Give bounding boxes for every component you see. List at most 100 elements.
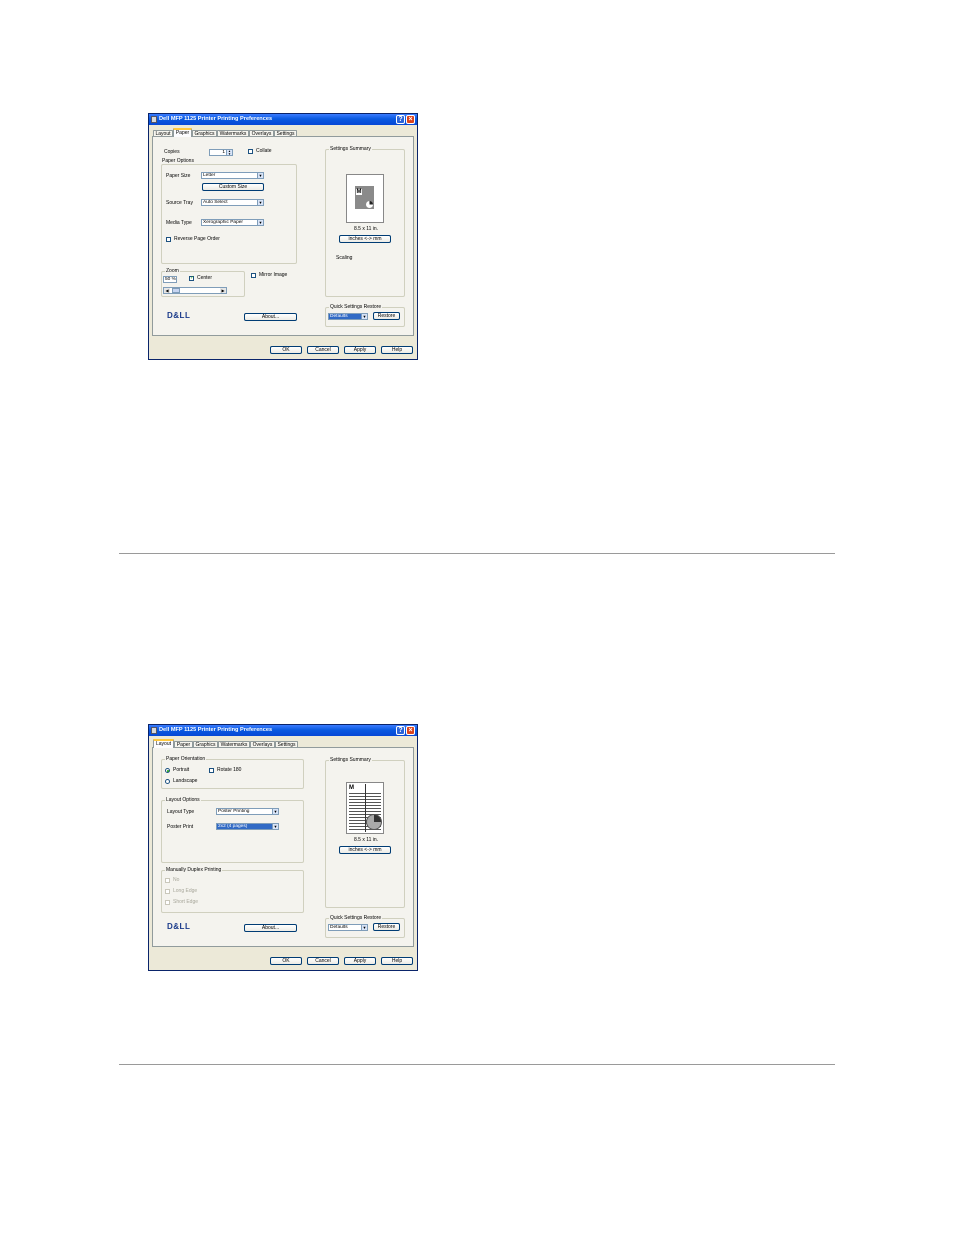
ok-button[interactable]: OK (270, 957, 302, 965)
poster-print-value: 2x2 (4 pages) (218, 824, 248, 829)
copies-value: 1 (222, 150, 225, 155)
slider-thumb[interactable] (172, 288, 180, 293)
duplex-none-checkbox[interactable] (165, 878, 170, 883)
close-icon[interactable]: × (406, 726, 415, 735)
reverse-page-order-checkbox[interactable] (166, 237, 171, 242)
spinner-arrows-icon[interactable]: ▲ ▼ (226, 150, 232, 155)
help-button[interactable]: Help (381, 957, 413, 965)
dialog-buttons: OK Cancel Apply Help (149, 954, 417, 966)
settings-summary-label: Settings Summary (329, 146, 372, 153)
about-button[interactable]: About... (244, 313, 297, 321)
page-preview: M (346, 174, 384, 223)
preview-page: M (355, 186, 374, 209)
scroll-right-icon[interactable]: ▶ (220, 288, 226, 293)
zoom-slider[interactable]: ◀ ▶ (163, 287, 227, 294)
source-tray-label: Source Tray (166, 200, 193, 206)
chevron-down-icon: ▼ (272, 809, 278, 814)
chevron-down-icon: ▼ (361, 925, 367, 930)
collate-checkbox[interactable] (248, 149, 253, 154)
chevron-down-icon: ▼ (257, 173, 263, 178)
chevron-down-icon: ▼ (272, 824, 278, 829)
poster-print-select[interactable]: 2x2 (4 pages) ▼ (216, 823, 279, 830)
zoom-value: 50 % (165, 277, 176, 282)
tab-panel: Paper Orientation Portrait Landscape Rot… (152, 747, 414, 947)
portrait-label: Portrait (173, 767, 190, 773)
quick-settings-label: Quick Settings Restore (329, 915, 383, 922)
title-bar: Dell MFP 1125 Printer Printing Preferenc… (149, 114, 417, 125)
paper-size-value: Letter (203, 173, 216, 178)
scaling-label: Scaling (336, 255, 353, 261)
layout-options-label: Layout Options (165, 797, 201, 804)
apply-button[interactable]: Apply (344, 957, 376, 965)
settings-summary-group: Settings Summary (325, 146, 405, 297)
dialog-title: Dell MFP 1125 Printer Printing Preferenc… (159, 116, 273, 122)
custom-size-button[interactable]: Custom Size (202, 183, 264, 191)
cancel-button[interactable]: Cancel (307, 346, 339, 354)
help-button[interactable]: Help (381, 346, 413, 354)
quick-settings-select[interactable]: Defaults ▼ (328, 313, 368, 320)
source-tray-value: Auto Select (203, 200, 228, 205)
poster-print-label: Poster Print (167, 824, 194, 830)
duplex-long-edge-checkbox[interactable] (165, 889, 170, 894)
title-bar: Dell MFP 1125 Printer Printing Preferenc… (149, 725, 417, 736)
duplex-short-edge-checkbox[interactable] (165, 900, 170, 905)
paper-dimensions: 8.5 x 11 in. (354, 226, 379, 232)
dell-logo: D&LL (167, 922, 191, 931)
help-icon[interactable]: ? (396, 115, 405, 124)
layout-type-label: Layout Type (167, 809, 195, 815)
center-label: Center (197, 275, 213, 281)
scroll-left-icon[interactable]: ◀ (164, 288, 170, 293)
landscape-radio[interactable] (165, 779, 170, 784)
paper-size-select[interactable]: Letter ▼ (201, 172, 264, 179)
zoom-value-field[interactable]: 50 % (163, 276, 177, 283)
chevron-down-icon: ▼ (361, 314, 367, 319)
printer-icon (151, 116, 157, 123)
chevron-down-icon: ▼ (257, 200, 263, 205)
section-divider (119, 1064, 835, 1065)
paper-size-label: Paper Size (166, 173, 191, 179)
printing-preferences-dialog-layout: Dell MFP 1125 Printer Printing Preferenc… (148, 724, 418, 971)
mirror-image-checkbox[interactable] (251, 273, 256, 278)
landscape-label: Landscape (173, 778, 198, 784)
tab-layout[interactable]: Layout (153, 739, 174, 748)
portrait-radio[interactable] (165, 768, 170, 773)
copies-spinner[interactable]: 1 ▲ ▼ (209, 149, 233, 156)
duplex-short-edge-label: Short Edge (173, 899, 199, 905)
quick-settings-label: Quick Settings Restore (329, 304, 383, 311)
layout-type-value: Poster Printing (218, 809, 250, 814)
chevron-down-icon: ▼ (257, 220, 263, 225)
page-letter: M (349, 785, 354, 791)
printer-icon (151, 727, 157, 734)
duplex-long-edge-label: Long Edge (173, 888, 198, 894)
dialog-buttons: OK Cancel Apply Help (149, 343, 417, 355)
restore-button[interactable]: Restore (373, 923, 400, 931)
apply-button[interactable]: Apply (344, 346, 376, 354)
rotate-180-checkbox[interactable] (209, 768, 214, 773)
pie-icon (366, 814, 382, 830)
units-toggle-button[interactable]: inches <-> mm (339, 235, 391, 243)
pie-icon (366, 201, 373, 208)
tab-paper[interactable]: Paper (173, 128, 192, 137)
source-tray-select[interactable]: Auto Select ▼ (201, 199, 264, 206)
duplex-none-label: No (173, 877, 180, 883)
cancel-button[interactable]: Cancel (307, 957, 339, 965)
help-icon[interactable]: ? (396, 726, 405, 735)
copies-label: Copies (164, 149, 180, 155)
close-icon[interactable]: × (406, 115, 415, 124)
quick-settings-select[interactable]: Defaults ▼ (328, 924, 368, 931)
center-checkbox[interactable]: ✓ (189, 276, 194, 281)
restore-button[interactable]: Restore (373, 312, 400, 320)
units-toggle-button[interactable]: inches <-> mm (339, 846, 391, 854)
media-type-label: Media Type (166, 220, 192, 226)
page-preview: M (346, 782, 384, 834)
media-type-select[interactable]: Xerographic Paper ▼ (201, 219, 264, 226)
layout-type-select[interactable]: Poster Printing ▼ (216, 808, 279, 815)
rotate-180-label: Rotate 180 (217, 767, 242, 773)
ok-button[interactable]: OK (270, 346, 302, 354)
dialog-title: Dell MFP 1125 Printer Printing Preferenc… (159, 727, 273, 733)
settings-summary-label: Settings Summary (329, 757, 372, 764)
about-button[interactable]: About... (244, 924, 297, 932)
printing-preferences-dialog-paper: Dell MFP 1125 Printer Printing Preferenc… (148, 113, 418, 360)
tab-panel: Copies 1 ▲ ▼ Collate Paper Options Paper … (152, 136, 414, 336)
quick-settings-value: Defaults (330, 925, 348, 930)
